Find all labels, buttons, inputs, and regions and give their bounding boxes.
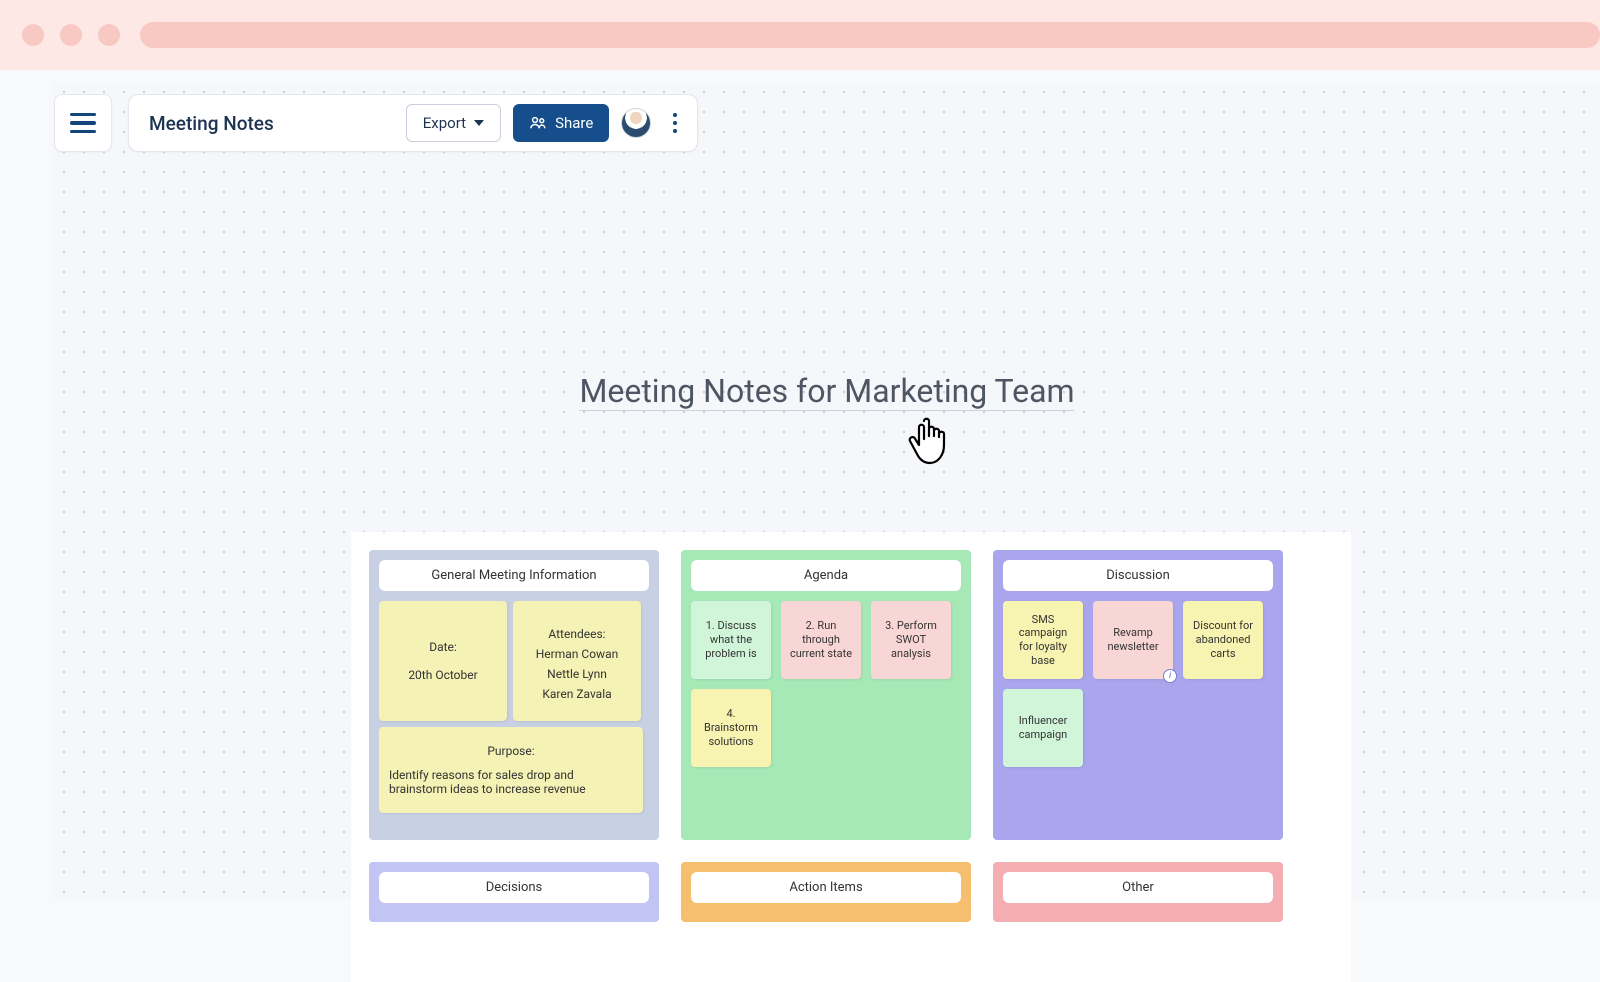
document-title[interactable]: Meeting Notes	[149, 112, 394, 135]
date-label: Date:	[387, 640, 499, 654]
note-discussion-item[interactable]: Influencer campaign	[1003, 689, 1083, 767]
column-header: Action Items	[691, 872, 961, 903]
column-header: Other	[1003, 872, 1273, 903]
canvas[interactable]: Meeting Notes Export Share Meeting Notes	[54, 82, 1600, 900]
column-header: General Meeting Information	[379, 560, 649, 591]
hamburger-icon	[70, 113, 96, 134]
attendee: Nettle Lynn	[521, 667, 633, 681]
column-decisions[interactable]: Decisions	[369, 862, 659, 922]
column-discussion[interactable]: Discussion SMS campaign for loyalty base…	[993, 550, 1283, 840]
attendee: Herman Cowan	[521, 647, 633, 661]
note-agenda-item[interactable]: 3. Perform SWOT analysis	[871, 601, 951, 679]
board-title[interactable]: Meeting Notes for Marketing Team	[579, 372, 1074, 411]
board-panel: General Meeting Information Date: 20th O…	[351, 532, 1351, 982]
note-discussion-item[interactable]: SMS campaign for loyalty base	[1003, 601, 1083, 679]
note-date[interactable]: Date: 20th October	[379, 601, 507, 721]
attendees-label: Attendees:	[521, 627, 633, 641]
url-bar-placeholder	[140, 22, 1600, 48]
column-header: Decisions	[379, 872, 649, 903]
browser-chrome	[0, 0, 1600, 70]
column-agenda[interactable]: Agenda 1. Discuss what the problem is 2.…	[681, 550, 971, 840]
purpose-label: Purpose:	[389, 744, 633, 758]
column-other[interactable]: Other	[993, 862, 1283, 922]
traffic-light-dot	[60, 24, 82, 46]
main-toolbar: Meeting Notes Export Share	[128, 94, 698, 152]
note-agenda-item[interactable]: 2. Run through current state	[781, 601, 861, 679]
date-value: 20th October	[387, 668, 499, 682]
column-header: Agenda	[691, 560, 961, 591]
note-discussion-item[interactable]: Discount for abandoned carts	[1183, 601, 1263, 679]
note-discussion-item[interactable]: Revamp newsletter	[1093, 601, 1173, 679]
export-label: Export	[423, 114, 466, 132]
column-general[interactable]: General Meeting Information Date: 20th O…	[369, 550, 659, 840]
column-action-items[interactable]: Action Items	[681, 862, 971, 922]
more-menu-button[interactable]	[663, 107, 687, 139]
menu-button[interactable]	[54, 94, 112, 152]
column-header: Discussion	[1003, 560, 1273, 591]
note-attendees[interactable]: Attendees: Herman Cowan Nettle Lynn Kare…	[513, 601, 641, 721]
toolbar: Meeting Notes Export Share	[54, 94, 698, 152]
note-agenda-item[interactable]: 1. Discuss what the problem is	[691, 601, 771, 679]
share-button[interactable]: Share	[513, 104, 609, 142]
note-purpose[interactable]: Purpose: Identify reasons for sales drop…	[379, 727, 643, 813]
export-button[interactable]: Export	[406, 104, 501, 142]
cursor-hand-icon	[904, 412, 956, 474]
purpose-text: Identify reasons for sales drop and brai…	[389, 768, 633, 796]
traffic-light-dot	[22, 24, 44, 46]
chevron-down-icon	[474, 120, 484, 126]
note-agenda-item[interactable]: 4. Brainstorm solutions	[691, 689, 771, 767]
window-traffic-lights	[22, 24, 120, 46]
traffic-light-dot	[98, 24, 120, 46]
avatar[interactable]	[621, 108, 651, 138]
attendee: Karen Zavala	[521, 687, 633, 701]
people-icon	[529, 114, 547, 132]
share-label: Share	[555, 114, 593, 132]
info-icon[interactable]: i	[1163, 669, 1177, 683]
